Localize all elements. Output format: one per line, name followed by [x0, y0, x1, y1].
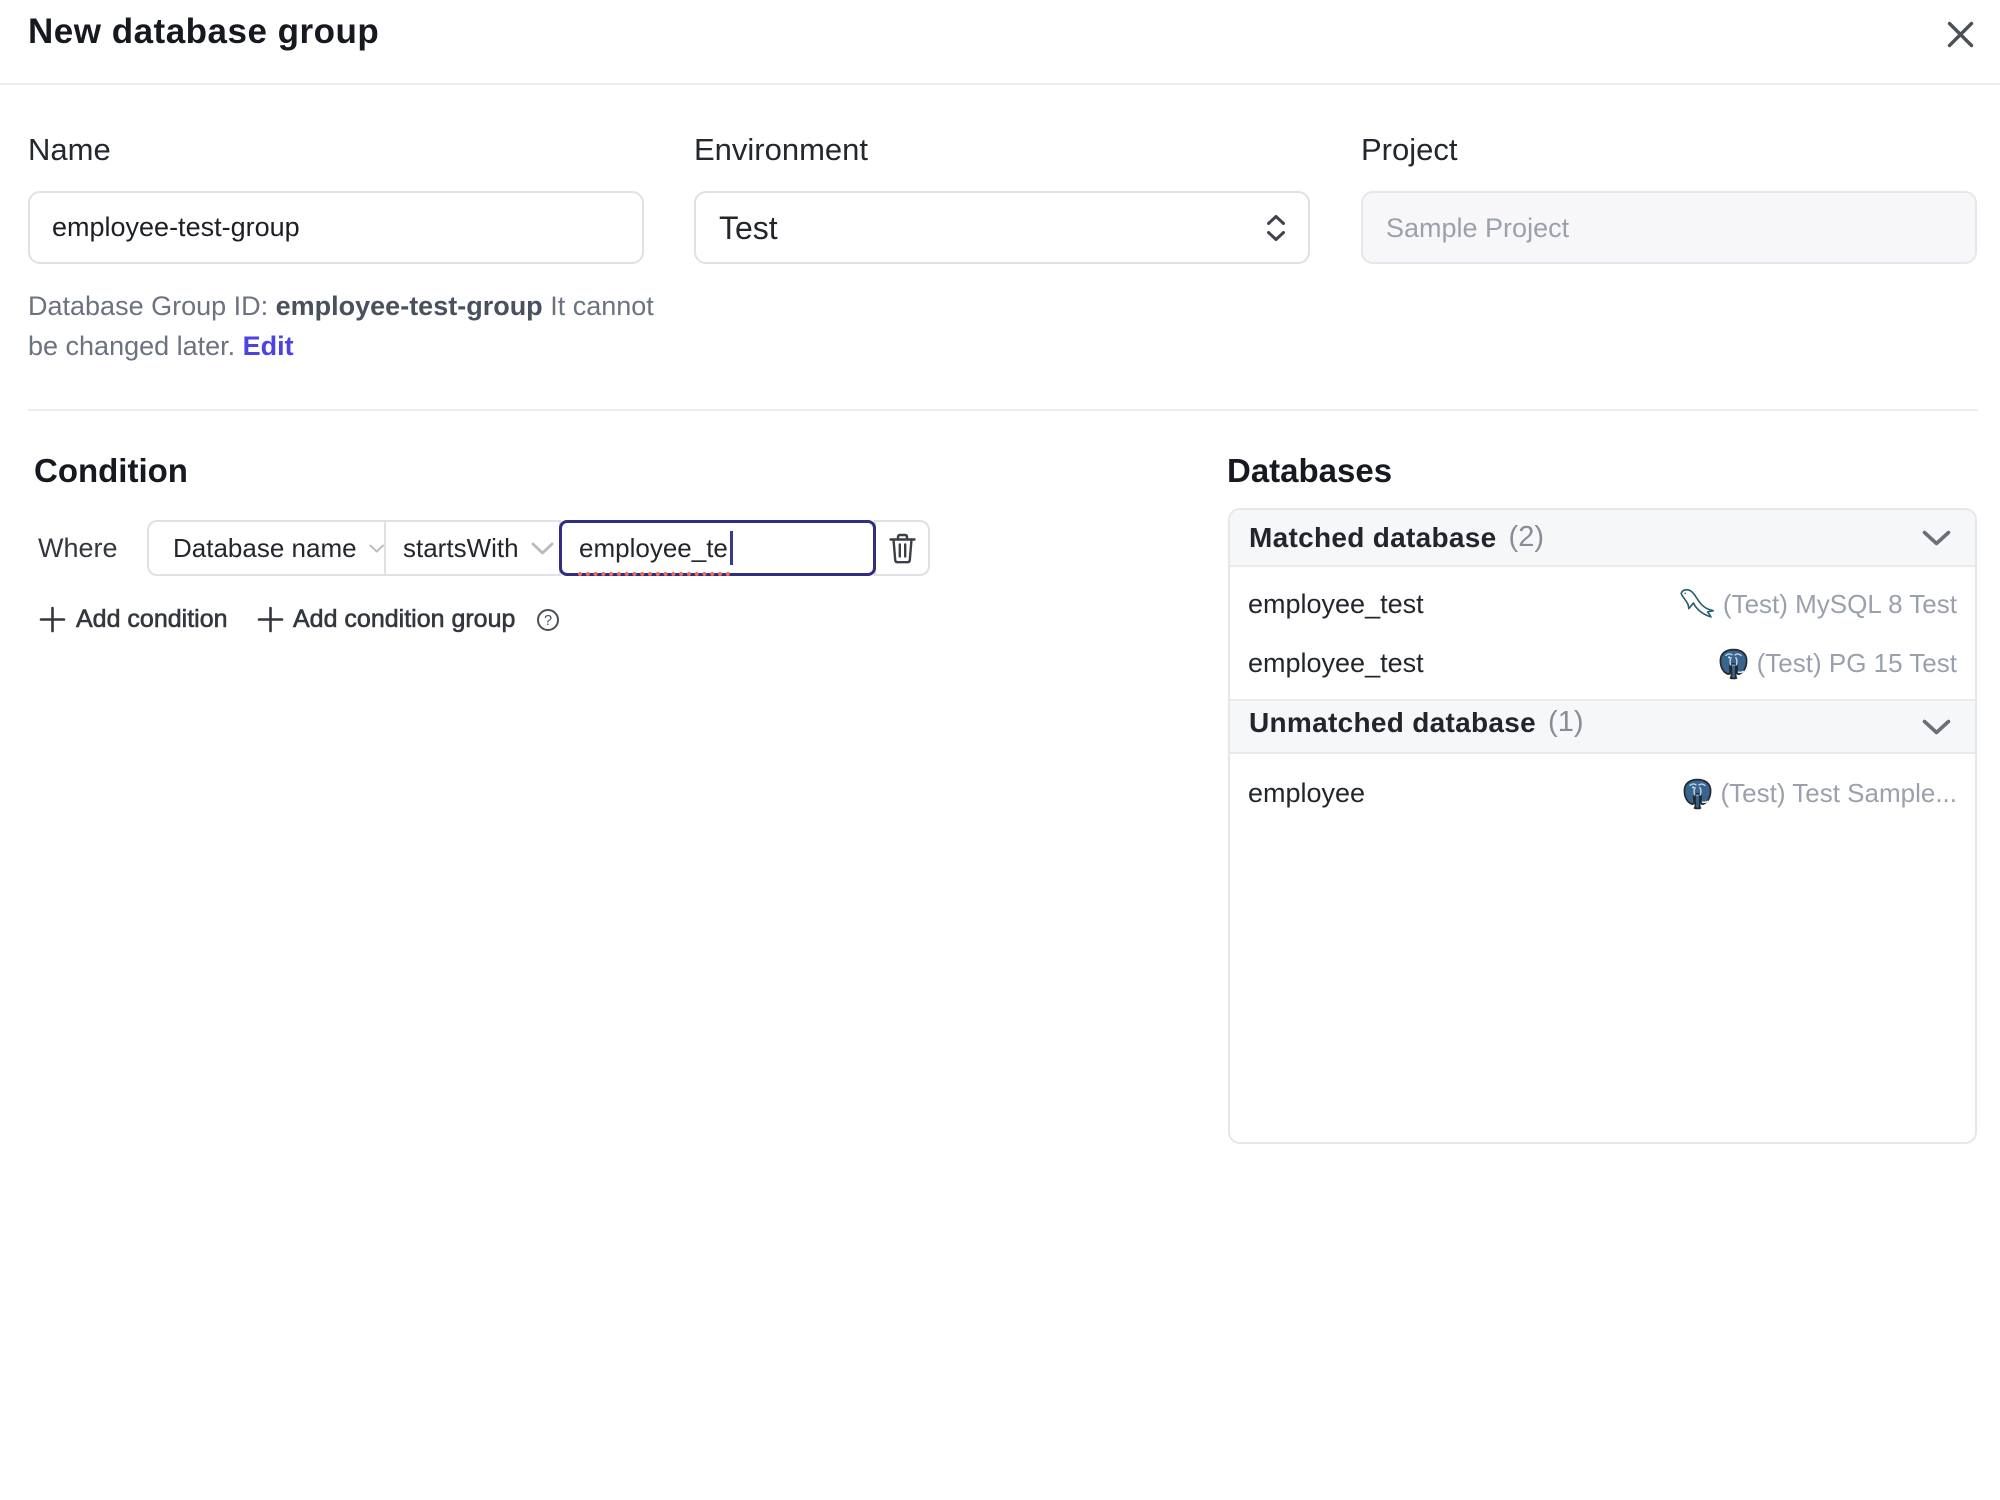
svg-text:?: ?: [544, 613, 552, 629]
